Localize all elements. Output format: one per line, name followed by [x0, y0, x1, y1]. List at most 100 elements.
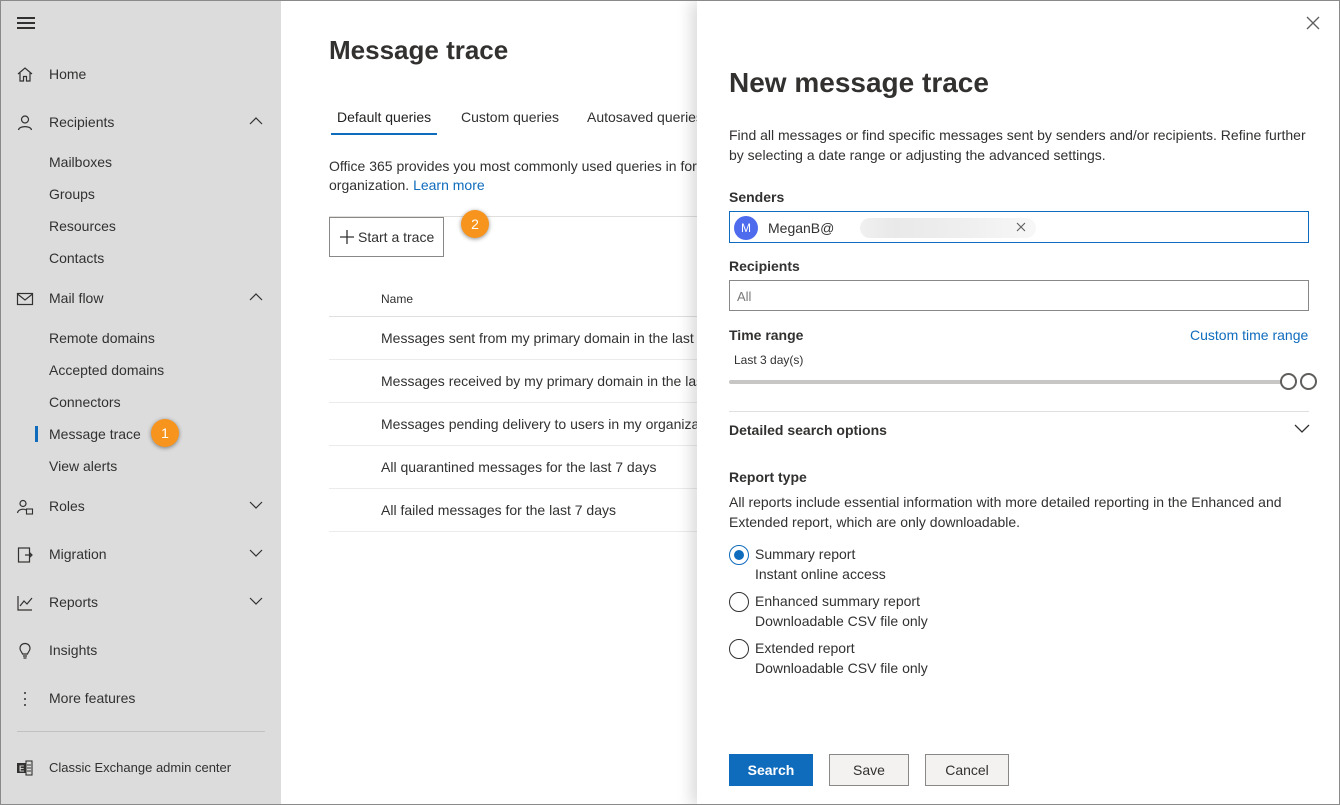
sender-chip-text: MeganB@ [768, 220, 835, 236]
table-row[interactable]: All quarantined messages for the last 7 … [329, 446, 701, 489]
annotation-badge-1: 1 [151, 419, 179, 447]
sidebar-item-message-trace[interactable]: Message trace [1, 420, 281, 448]
time-range-slider-thumb-start[interactable] [1280, 373, 1297, 390]
recipients-label: Recipients [729, 258, 800, 274]
report-type-label: Report type [729, 469, 807, 485]
report-type-description: All reports include essential informatio… [729, 494, 1282, 530]
radio-label: Summary report [755, 546, 856, 562]
sidebar-item-mailboxes[interactable]: Mailboxes [1, 148, 281, 176]
radio-button[interactable] [729, 639, 749, 659]
close-icon[interactable] [1305, 15, 1321, 31]
radio-extended-report[interactable]: Extended report Downloadable CSV file on… [729, 639, 1129, 681]
description-line: organization. [329, 177, 410, 193]
tab-default-queries[interactable]: Default queries [337, 109, 431, 125]
chevron-down-icon [1294, 424, 1310, 433]
sidebar-item-label: More features [49, 690, 136, 706]
sidebar-divider [17, 731, 265, 732]
start-trace-button[interactable]: Start a trace [329, 217, 444, 257]
sidebar-item-label: Accepted domains [49, 362, 165, 378]
sidebar-item-insights[interactable]: Insights [1, 634, 281, 666]
roles-icon [16, 499, 34, 515]
sidebar-item-reports[interactable]: Reports [1, 586, 281, 618]
sidebar-item-mail-flow[interactable]: Mail flow [1, 282, 281, 314]
more-icon [24, 692, 26, 706]
recipients-placeholder: All [737, 289, 752, 304]
radio-button[interactable] [729, 592, 749, 612]
exchange-icon: E [17, 760, 33, 776]
table-row[interactable]: Messages pending delivery to users in my… [329, 403, 701, 446]
sidebar-item-contacts[interactable]: Contacts [1, 244, 281, 272]
sidebar-item-label: Classic Exchange admin center [49, 759, 232, 775]
detailed-search-options-toggle[interactable]: Detailed search options [729, 413, 1310, 449]
query-name: All failed messages for the last 7 days [381, 502, 617, 518]
sidebar-item-accepted-domains[interactable]: Accepted domains [1, 356, 281, 384]
time-range-slider-thumb-end[interactable] [1300, 373, 1317, 390]
panel-title: New message trace [729, 67, 989, 98]
sidebar-item-label: Recipients [49, 114, 115, 130]
sidebar-item-migration[interactable]: Migration [1, 538, 281, 570]
query-name: Messages received by my primary domain i… [381, 373, 701, 389]
senders-label: Senders [729, 189, 785, 205]
panel-description: Find all messages or find specific messa… [729, 127, 1306, 163]
query-name: Messages pending delivery to users in my… [381, 416, 701, 432]
start-trace-label: Start a trace [358, 229, 435, 245]
sidebar-item-label: Connectors [49, 394, 121, 410]
radio-enhanced-summary-report[interactable]: Enhanced summary report Downloadable CSV… [729, 592, 1129, 634]
time-range-label: Time range [729, 327, 804, 343]
hamburger-menu-icon[interactable] [17, 17, 35, 31]
sidebar-item-classic-eac[interactable]: E Classic Exchange admin center [1, 751, 281, 783]
sidebar-item-label: Groups [49, 186, 95, 202]
save-button[interactable]: Save [829, 754, 909, 786]
search-button[interactable]: Search [729, 754, 813, 786]
chevron-down-icon[interactable] [249, 548, 263, 558]
svg-text:E: E [19, 765, 25, 774]
table-row[interactable]: All failed messages for the last 7 days [329, 489, 701, 532]
radio-sublabel: Downloadable CSV file only [755, 660, 928, 676]
mail-icon [16, 292, 34, 306]
sidebar-item-connectors[interactable]: Connectors [1, 388, 281, 416]
tab-custom-queries[interactable]: Custom queries [461, 109, 559, 125]
sidebar-item-home[interactable]: Home [1, 58, 281, 90]
cancel-button[interactable]: Cancel [925, 754, 1009, 786]
sidebar-item-roles[interactable]: Roles [1, 490, 281, 522]
table-row[interactable]: Messages sent from my primary domain in … [329, 317, 701, 360]
time-range-value: Last 3 day(s) [734, 353, 804, 367]
sidebar-item-label: Remote domains [49, 330, 155, 346]
sidebar-item-view-alerts[interactable]: View alerts [1, 452, 281, 480]
sidebar-item-more-features[interactable]: More features [1, 682, 281, 714]
sidebar-item-resources[interactable]: Resources [1, 212, 281, 240]
column-header-name[interactable]: Name [381, 292, 413, 306]
chevron-down-icon[interactable] [249, 596, 263, 606]
detailed-search-label: Detailed search options [729, 422, 887, 438]
custom-time-range-link[interactable]: Custom time range [1190, 327, 1308, 343]
radio-button-checked[interactable] [729, 545, 749, 565]
table-row[interactable]: Messages received by my primary domain i… [329, 360, 701, 403]
radio-summary-report[interactable]: Summary report Instant online access [729, 545, 1129, 587]
lightbulb-icon [19, 642, 31, 659]
sidebar-item-recipients[interactable]: Recipients [1, 106, 281, 138]
sidebar-item-label: Roles [49, 498, 85, 514]
sidebar-item-label: Reports [49, 594, 99, 610]
learn-more-link[interactable]: Learn more [413, 177, 485, 193]
chevron-up-icon[interactable] [249, 292, 263, 302]
sidebar-item-label: Message trace [49, 426, 141, 442]
chevron-up-icon[interactable] [249, 116, 263, 126]
sidebar-item-label: Mailboxes [49, 154, 113, 170]
plus-icon [340, 230, 354, 244]
recipients-input[interactable]: All [729, 280, 1309, 311]
radio-label: Enhanced summary report [755, 593, 920, 609]
radio-sublabel: Instant online access [755, 566, 886, 582]
sidebar-item-label: Mail flow [49, 290, 104, 306]
window-frame: Home Recipients Mailboxes Groups Resourc… [0, 0, 1340, 805]
query-name: Messages sent from my primary domain in … [381, 330, 701, 346]
time-range-slider-track[interactable] [729, 380, 1291, 384]
senders-input[interactable]: M MeganB@ [729, 211, 1309, 243]
chevron-down-icon[interactable] [249, 500, 263, 510]
sidebar-item-remote-domains[interactable]: Remote domains [1, 324, 281, 352]
radio-label: Extended report [755, 640, 855, 656]
remove-sender-icon[interactable] [1015, 221, 1027, 233]
sidebar-item-groups[interactable]: Groups [1, 180, 281, 208]
sidebar: Home Recipients Mailboxes Groups Resourc… [1, 1, 281, 804]
tab-autosaved-queries[interactable]: Autosaved queries [587, 109, 701, 125]
tab-selected-indicator [331, 133, 437, 135]
